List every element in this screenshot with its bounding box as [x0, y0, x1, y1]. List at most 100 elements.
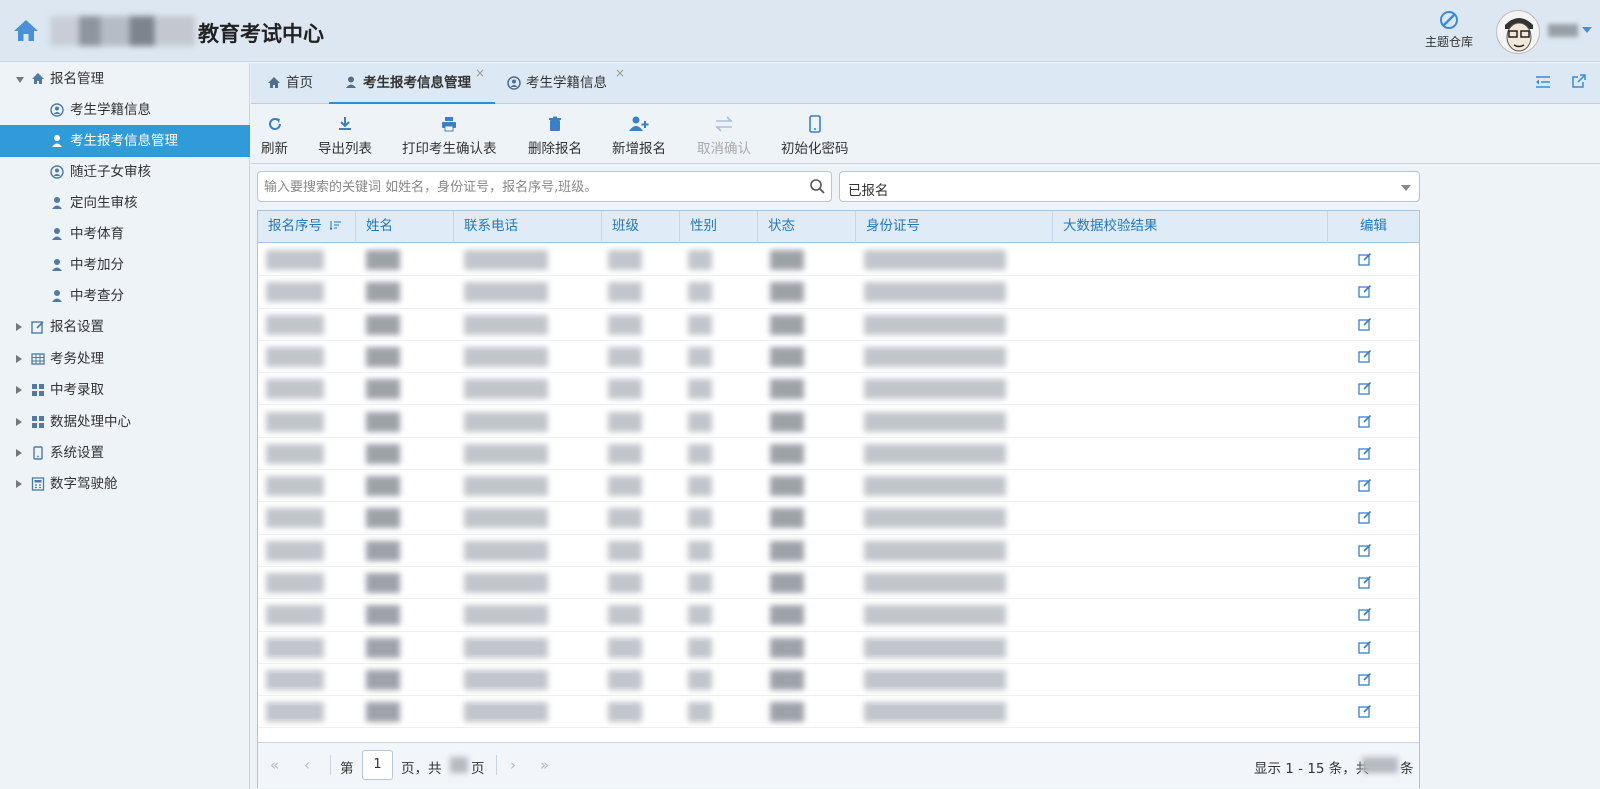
column-header-id-number[interactable]: 身份证号 — [856, 211, 1053, 243]
sidebar-item-system-settings[interactable]: 系统设置 — [0, 437, 250, 469]
user-menu-caret-icon[interactable] — [1582, 27, 1592, 33]
chevron-right-icon[interactable] — [16, 418, 22, 426]
sidebar-item-label: 中考查分 — [70, 288, 124, 304]
sidebar-item-exam-affairs[interactable]: 考务处理 — [0, 343, 250, 375]
home-icon[interactable] — [12, 18, 40, 42]
edit-icon[interactable] — [1358, 381, 1372, 395]
table-row[interactable] — [258, 599, 1419, 632]
table-row[interactable] — [258, 567, 1419, 600]
redacted-cell — [266, 637, 324, 658]
redacted-cell — [770, 411, 804, 432]
sidebar-item-pe-exam[interactable]: 中考体育 — [0, 218, 250, 250]
user-avatar[interactable] — [1496, 10, 1540, 54]
column-header-edit[interactable]: 编辑 — [1328, 211, 1419, 243]
print-confirmation-button[interactable]: 打印考生确认表 — [402, 115, 497, 157]
cancel-confirmation-button[interactable]: 取消确认 — [697, 115, 751, 157]
edit-icon[interactable] — [1358, 672, 1372, 686]
refresh-icon — [268, 118, 281, 130]
edit-icon[interactable] — [1358, 704, 1372, 718]
table-row[interactable] — [258, 276, 1419, 309]
redacted-cell — [464, 443, 548, 464]
table-row[interactable] — [258, 696, 1419, 729]
sidebar-item-score-query[interactable]: 中考查分 — [0, 280, 250, 312]
column-header-registration-number[interactable]: 报名序号 — [258, 211, 356, 243]
table-row[interactable] — [258, 470, 1419, 503]
search-input[interactable] — [264, 177, 794, 197]
chevron-down-icon[interactable] — [16, 77, 24, 83]
chevron-right-icon[interactable] — [16, 355, 22, 363]
table-row[interactable] — [258, 632, 1419, 664]
chevron-right-icon[interactable] — [16, 323, 22, 331]
chevron-right-icon[interactable] — [16, 480, 22, 488]
edit-icon[interactable] — [1358, 510, 1372, 525]
edit-icon[interactable] — [1358, 349, 1372, 363]
sort-icon[interactable] — [329, 220, 342, 231]
column-header-gender[interactable]: 性别 — [680, 211, 758, 243]
next-page-icon[interactable]: › — [510, 756, 516, 774]
theme-store-button[interactable]: 主题仓库 — [1418, 10, 1480, 50]
table-row[interactable] — [258, 664, 1419, 697]
chevron-right-icon[interactable] — [16, 449, 22, 457]
sidebar-item-registration-settings[interactable]: 报名设置 — [0, 311, 250, 343]
sidebar-item-data-center[interactable]: 数据处理中心 — [0, 406, 250, 438]
sidebar-item-directed-student-review[interactable]: 定向生审核 — [0, 187, 250, 219]
tab-close-icon[interactable]: × — [615, 67, 625, 79]
edit-icon[interactable] — [1358, 414, 1372, 428]
edit-icon[interactable] — [1358, 446, 1372, 460]
total-records-redacted — [1362, 757, 1398, 773]
edit-icon[interactable] — [1358, 317, 1372, 331]
sidebar-item-student-records[interactable]: 考生学籍信息 — [0, 94, 250, 126]
sidebar-item-registration-management[interactable]: 报名管理 — [0, 63, 250, 95]
column-header-phone[interactable]: 联系电话 — [454, 211, 602, 243]
sidebar-item-migrant-children-review[interactable]: 随迁子女审核 — [0, 156, 250, 188]
tab-application-management[interactable]: 考生报考信息管理 — [329, 63, 495, 104]
tab-close-icon[interactable]: × — [475, 67, 485, 79]
redacted-cell — [608, 346, 642, 367]
delete-registration-button[interactable]: 删除报名 — [528, 115, 582, 157]
table-row[interactable] — [258, 535, 1419, 567]
sidebar-item-bonus-points[interactable]: 中考加分 — [0, 249, 250, 281]
column-header-big-data-check[interactable]: 大数据校验结果 — [1053, 211, 1328, 243]
open-external-icon[interactable] — [1572, 74, 1586, 92]
table-row[interactable] — [258, 502, 1419, 535]
redacted-cell — [366, 411, 400, 432]
column-header-name[interactable]: 姓名 — [356, 211, 454, 243]
page-prefix: 第 — [340, 761, 354, 777]
table-row[interactable] — [258, 406, 1419, 438]
status-filter-select[interactable]: 已报名 — [839, 171, 1420, 202]
table-row[interactable] — [258, 341, 1419, 374]
collapse-menu-icon[interactable] — [1535, 76, 1550, 92]
redacted-cell — [608, 379, 642, 400]
page-number-input[interactable]: 1 — [362, 750, 393, 780]
edit-icon[interactable] — [1358, 575, 1372, 589]
prev-page-icon[interactable]: ‹ — [304, 756, 310, 774]
column-header-status[interactable]: 状态 — [758, 211, 856, 243]
tab-home[interactable]: 首页 — [267, 63, 327, 104]
table-row[interactable] — [258, 309, 1419, 341]
redacted-cell — [688, 669, 712, 690]
table-row[interactable] — [258, 244, 1419, 277]
reset-password-button[interactable]: 初始化密码 — [781, 115, 849, 157]
refresh-button[interactable]: 刷新 — [261, 115, 288, 157]
edit-icon[interactable] — [1358, 284, 1372, 298]
edit-icon[interactable] — [1358, 543, 1372, 557]
edit-icon[interactable] — [1358, 640, 1372, 654]
table-row[interactable] — [258, 438, 1419, 471]
edit-icon[interactable] — [1358, 607, 1372, 621]
edit-icon[interactable] — [1358, 252, 1372, 266]
chevron-right-icon[interactable] — [16, 386, 22, 394]
last-page-icon[interactable]: » — [540, 756, 549, 774]
sidebar-item-application-management[interactable]: 考生报考信息管理 — [0, 125, 250, 157]
search-icon[interactable] — [810, 179, 825, 194]
sidebar-item-digital-cockpit[interactable]: 数字驾驶舱 — [0, 468, 250, 500]
first-page-icon[interactable]: « — [270, 756, 279, 774]
export-list-button[interactable]: 导出列表 — [318, 115, 372, 157]
column-header-class[interactable]: 班级 — [602, 211, 680, 243]
sidebar-item-admission[interactable]: 中考录取 — [0, 374, 250, 406]
edit-icon[interactable] — [1358, 478, 1372, 492]
redacted-cell — [266, 314, 324, 335]
tab-student-records[interactable]: 考生学籍信息 — [507, 63, 623, 104]
redacted-cell — [688, 637, 712, 658]
add-registration-button[interactable]: 新增报名 — [612, 115, 666, 157]
table-row[interactable] — [258, 373, 1419, 406]
